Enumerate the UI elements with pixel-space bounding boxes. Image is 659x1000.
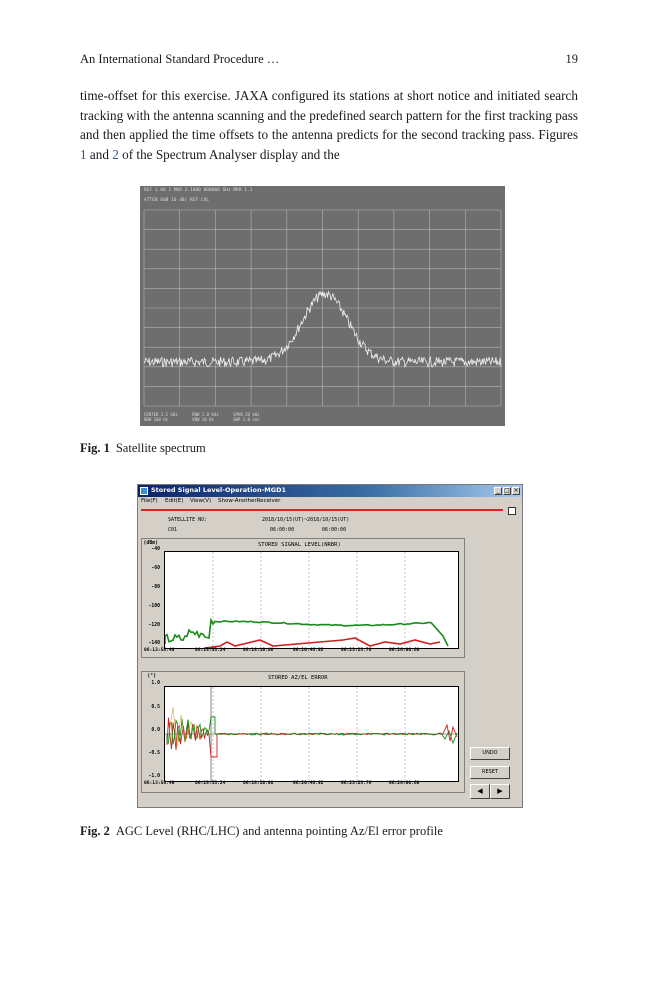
x-tick: 06:26:00.60 [389, 648, 420, 653]
y-tick: -120 [148, 623, 160, 628]
x-tick: 06:15:33.24 [195, 781, 226, 786]
figure-1-caption-text: Satellite spectrum [115, 441, 206, 455]
y-tick: -0.5 [148, 751, 160, 756]
x-tick: 06:18:10.08 [243, 781, 274, 786]
signal-chart [164, 552, 449, 649]
y-tick: 1.0 [151, 681, 160, 686]
satellite-value: C01 [168, 527, 178, 533]
window-title-bar[interactable]: Stored Signal Level-Operation-MGD1 _ □ × [138, 485, 522, 497]
close-icon[interactable]: × [512, 487, 520, 495]
previous-button[interactable]: ◀ [470, 784, 490, 799]
undo-button[interactable]: UNDO [470, 747, 510, 760]
el-error-trace [166, 716, 458, 745]
satellite-label: SATELLITE NO: [168, 517, 208, 523]
paragraph-text: time-offset for this exercise. JAXA conf… [80, 88, 578, 142]
running-head-title: An International Standard Procedure … [80, 52, 280, 66]
time-range: 2018/10/15(UT)~2018/10/15(UT) [262, 517, 350, 523]
x-tick: 06:26:00.60 [389, 781, 420, 786]
x-tick: 06:15:33.24 [195, 648, 226, 653]
error-panel-title: STORED AZ/EL ERROR [268, 675, 328, 681]
y-tick: -40 [151, 547, 160, 552]
figure-1-caption-label: Fig. 1 [80, 441, 110, 455]
paragraph-text-connector: and [86, 146, 113, 162]
y-tick: -100 [148, 604, 160, 609]
error-chart [165, 687, 458, 781]
x-tick: 06:13:56.40 [144, 648, 175, 653]
x-tick: 06:20:46.92 [293, 781, 324, 786]
figure-1-caption: Fig. 1 Satellite spectrum [80, 441, 206, 456]
x-tick: 06:13:56.40 [144, 781, 175, 786]
figure-2-caption-text: AGC Level (RHC/LHC) and antenna pointing… [115, 824, 443, 838]
x-tick: 06:18:10.08 [243, 648, 274, 653]
x-tick: 06:20:46.92 [293, 648, 324, 653]
signal-panel-title: STORED SIGNAL LEVEL(NRBR) [258, 542, 341, 548]
figure-2-window: Stored Signal Level-Operation-MGD1 _ □ ×… [137, 484, 523, 808]
y-tick: -80 [151, 585, 160, 590]
analyser-header: REF 1.00 1 MKR 2.1000 000000 GHz MKR 1.1 [144, 188, 253, 193]
page-number: 19 [565, 52, 579, 66]
body-paragraph: time-offset for this exercise. JAXA conf… [80, 86, 578, 164]
paragraph-text-tail: of the Spectrum Analyser display and the [118, 146, 340, 162]
y-tick: 0.0 [151, 728, 160, 733]
lhc-signal-trace [204, 637, 441, 649]
time-end: 06:00:00 [322, 527, 347, 533]
minimize-icon[interactable]: _ [494, 487, 502, 495]
y-tick: -140 [148, 641, 160, 646]
menu-edit[interactable]: Edit(E) [165, 498, 183, 504]
signal-plot-area [164, 551, 459, 649]
next-button[interactable]: ▶ [490, 784, 510, 799]
azel-error-panel: STORED AZ/EL ERROR (°) 1.0 0.5 0.0 -0.5 … [141, 671, 465, 793]
error-unit: (°) [147, 674, 156, 679]
analyser-footer: CENTER 2.1 GHz RBW 1.0 kHz SPAN 20 kHz R… [144, 412, 260, 422]
menu-bar: File(F) Edit(E) View(V) Show-AnotherRece… [138, 497, 522, 507]
figure-1-link[interactable]: 1 [80, 147, 87, 162]
reset-button[interactable]: RESET [470, 766, 510, 779]
x-tick: 06:23:23.76 [341, 781, 372, 786]
signal-level-panel: STORED SIGNAL LEVEL(NRBR) (dBm) -40 -60 … [141, 538, 465, 658]
y-tick: -1.0 [148, 774, 160, 779]
running-head: An International Standard Procedure … 19 [80, 52, 578, 68]
divider-line [141, 509, 503, 511]
figure-1-spectrum-image: REF 1.00 1 MKR 2.1000 000000 GHz MKR 1.1… [140, 186, 505, 426]
figure-2-caption: Fig. 2 AGC Level (RHC/LHC) and antenna po… [80, 824, 443, 839]
error-plot-area [164, 686, 459, 782]
y-tick: -60 [151, 566, 160, 571]
menu-file[interactable]: File(F) [141, 498, 158, 504]
analyser-subheader: ATTEN 0dB 10 dB/ REF LVL [144, 198, 210, 203]
x-tick: 06:23:23.76 [341, 648, 372, 653]
window-title: Stored Signal Level-Operation-MGD1 [151, 486, 286, 494]
menu-show-another-receiver[interactable]: Show-AnotherReceiver [218, 498, 280, 504]
app-icon [140, 487, 148, 495]
maximize-icon[interactable]: □ [503, 487, 511, 495]
figure-2-caption-label: Fig. 2 [80, 824, 110, 838]
menu-view[interactable]: View(V) [190, 498, 211, 504]
time-start: 06:00:00 [270, 527, 295, 533]
restore-icon[interactable] [508, 507, 516, 515]
spectrum-plot [143, 209, 502, 407]
y-tick: 0.5 [151, 705, 160, 710]
figure-2-link[interactable]: 2 [112, 147, 119, 162]
signal-unit: (dBm) [143, 541, 158, 546]
